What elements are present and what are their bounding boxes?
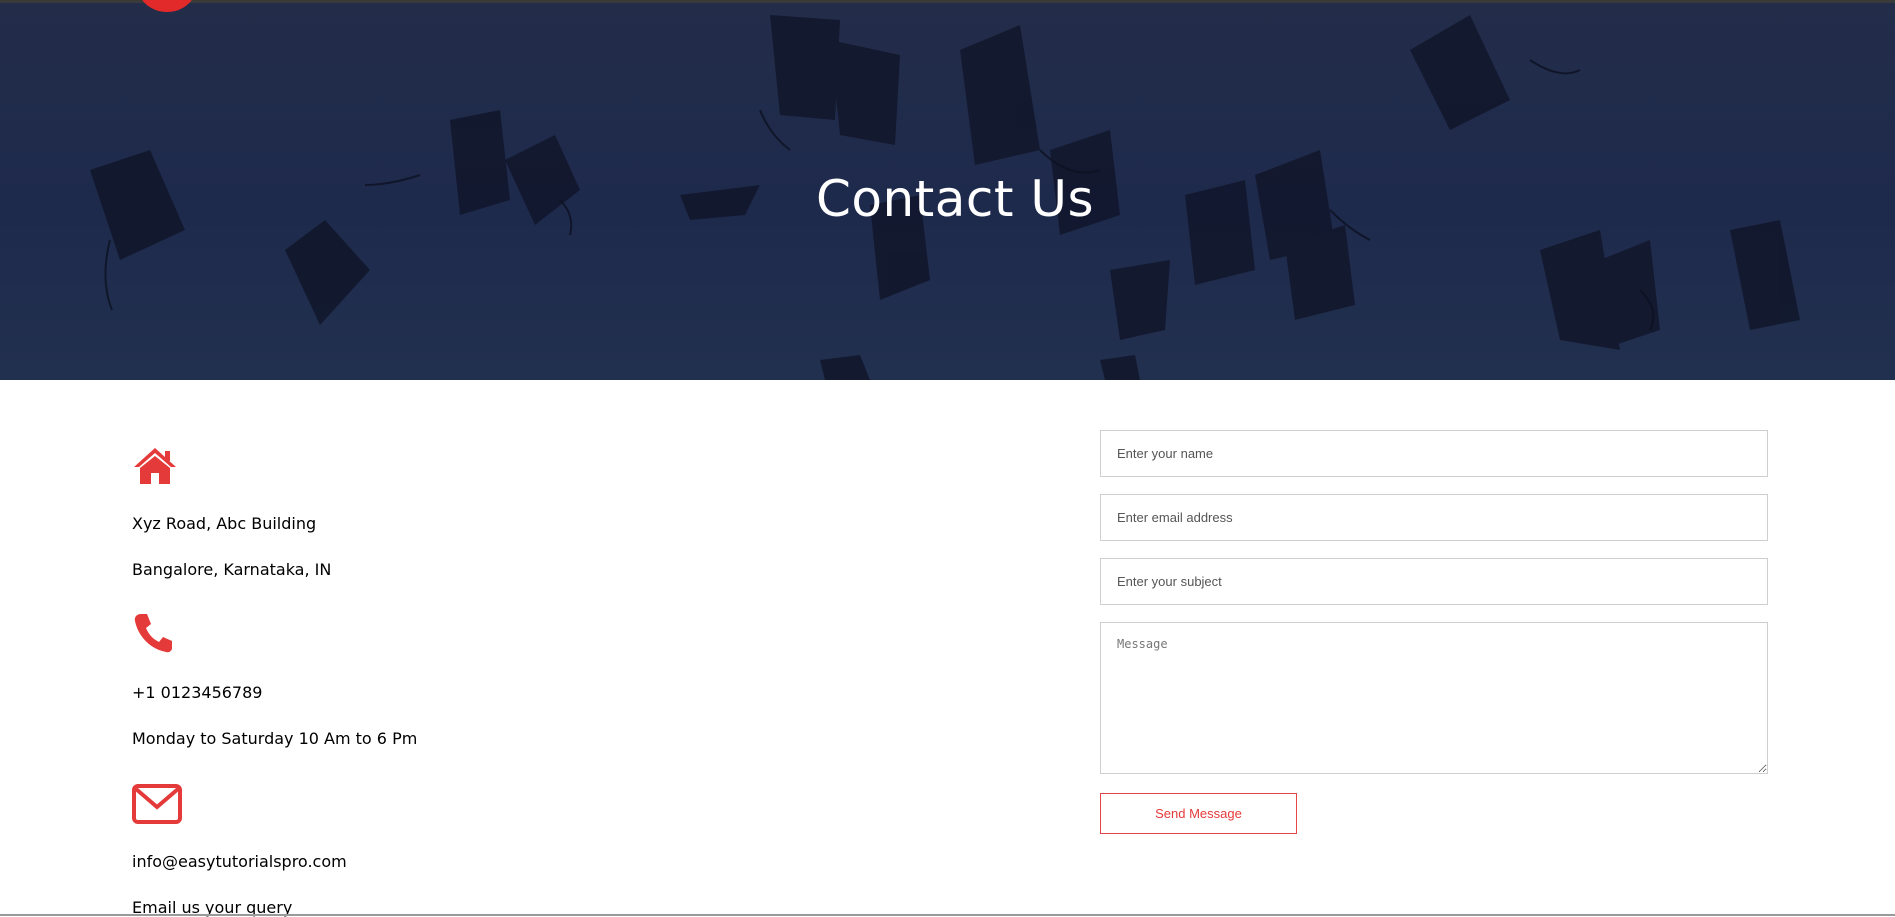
hero-banner: Contact Us [0, 0, 1895, 380]
send-message-button[interactable]: Send Message [1100, 793, 1297, 834]
phone-icon [134, 614, 172, 653]
subject-input[interactable] [1100, 558, 1768, 605]
envelope-icon [132, 784, 182, 824]
page-title: Contact Us [815, 170, 1095, 228]
home-icon [134, 448, 176, 484]
message-textarea[interactable] [1100, 622, 1768, 774]
name-input[interactable] [1100, 430, 1768, 477]
phone-hours: Monday to Saturday 10 Am to 6 Pm [132, 729, 418, 748]
address-line: Xyz Road, Abc Building [132, 514, 317, 533]
phone-block [132, 612, 174, 654]
email-block [132, 783, 182, 825]
address-block [132, 446, 178, 486]
email-address[interactable]: info@easytutorialspro.com [132, 852, 347, 871]
phone-number: +1 0123456789 [132, 683, 263, 702]
address-city: Bangalore, Karnataka, IN [132, 560, 332, 579]
email-input[interactable] [1100, 494, 1768, 541]
